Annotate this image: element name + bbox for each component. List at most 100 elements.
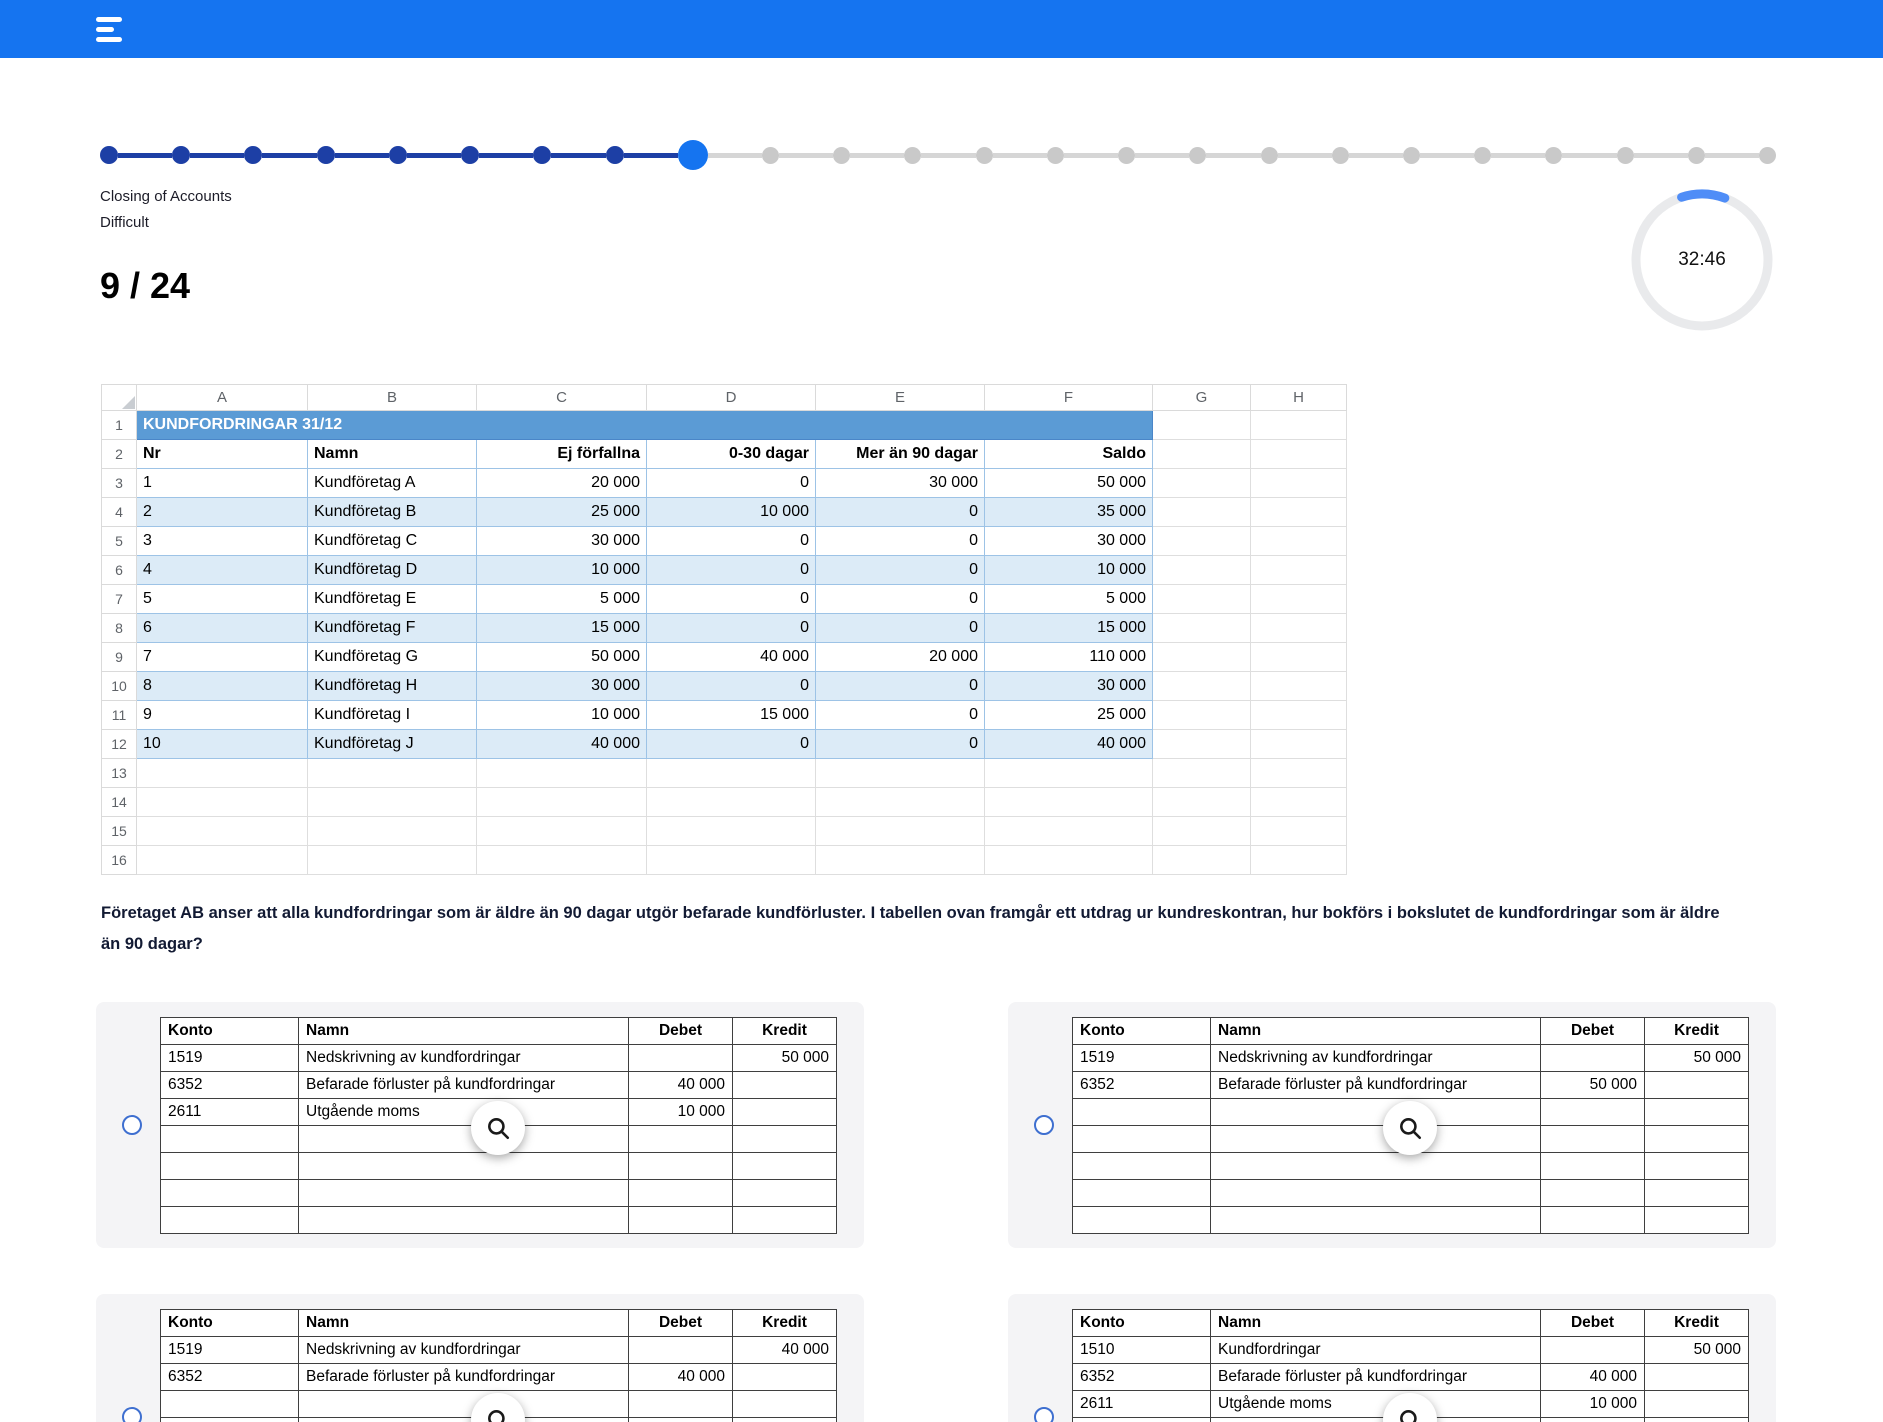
entry-cell [629, 1337, 733, 1364]
progress-dot-23 [1688, 147, 1705, 164]
sheet-cell-empty [1251, 469, 1347, 498]
sheet-title-cell: KUNDFORDRINGAR 31/12 [137, 411, 1153, 440]
option-radio-3[interactable] [122, 1407, 142, 1422]
sheet-cell-empty [816, 788, 985, 817]
entry-cell: Befarade förluster på kundfordringar [299, 1072, 629, 1099]
sheet-cell: 10 000 [477, 556, 647, 585]
entry-cell: Nedskrivning av kundfordringar [299, 1045, 629, 1072]
magnifier-icon [485, 1115, 511, 1141]
sheet-row-header-6: 6 [102, 556, 137, 585]
entry-cell [161, 1153, 299, 1180]
sheet-row-header-9: 9 [102, 643, 137, 672]
entry-header-debet: Debet [1541, 1018, 1645, 1045]
sheet-cell: 110 000 [985, 643, 1153, 672]
entry-cell [1645, 1364, 1749, 1391]
entry-cell [1645, 1099, 1749, 1126]
sheet-cell: 25 000 [985, 701, 1153, 730]
sheet-row-header-11: 11 [102, 701, 137, 730]
sheet-cell: 5 000 [985, 585, 1153, 614]
sheet-cell-empty [137, 817, 308, 846]
sheet-cell-empty [1153, 585, 1251, 614]
answer-option-2[interactable]: KontoNamnDebetKredit1519Nedskrivning av … [1008, 1002, 1776, 1248]
option-radio-4[interactable] [1034, 1407, 1054, 1422]
sheet-col-header-C: C [477, 385, 647, 411]
progress-dot-12 [904, 147, 921, 164]
entry-cell: Befarade förluster på kundfordringar [299, 1364, 629, 1391]
sheet-cell: 30 000 [816, 469, 985, 498]
answer-option-4[interactable]: KontoNamnDebetKredit1510Kundfordringar50… [1008, 1294, 1776, 1422]
sheet-cell-empty [1153, 788, 1251, 817]
sheet-cell: 0 [816, 498, 985, 527]
progress-connector [1634, 153, 1688, 158]
sheet-cell: 50 000 [477, 643, 647, 672]
entry-cell: 40 000 [733, 1337, 837, 1364]
sheet-col-header-H: H [1251, 385, 1347, 411]
sheet-cell-empty [1153, 614, 1251, 643]
sheet-row-header-12: 12 [102, 730, 137, 759]
sheet-cell-empty [1153, 672, 1251, 701]
sheet-cell-empty [647, 788, 816, 817]
entry-cell [1645, 1153, 1749, 1180]
progress-connector [190, 153, 244, 158]
sheet-cell-empty [1153, 556, 1251, 585]
sheet-header-cell: Nr [137, 440, 308, 469]
entry-cell [1645, 1180, 1749, 1207]
sheet-row-header-8: 8 [102, 614, 137, 643]
entry-cell [1541, 1418, 1645, 1422]
progress-connector [624, 153, 678, 158]
sheet-cell-empty [1251, 788, 1347, 817]
sheet-cell: 5 [137, 585, 308, 614]
progress-dot-9 [678, 140, 708, 170]
entry-cell [733, 1207, 837, 1234]
sheet-cell-empty [1251, 643, 1347, 672]
progress-connector [335, 153, 389, 158]
entry-header-konto: Konto [1073, 1018, 1211, 1045]
entry-cell [161, 1126, 299, 1153]
spreadsheet-table: ABCDEFGH1KUNDFORDRINGAR 31/122NrNamnEj f… [101, 384, 1347, 875]
sheet-col-header-B: B [308, 385, 477, 411]
sheet-cell-empty [1251, 701, 1347, 730]
magnifier-button-1[interactable] [471, 1101, 525, 1155]
entry-cell [1645, 1207, 1749, 1234]
magnifier-icon [1397, 1407, 1423, 1422]
sheet-cell-empty [1153, 817, 1251, 846]
sheet-cell-empty [1251, 672, 1347, 701]
sheet-cell: 15 000 [647, 701, 816, 730]
sheet-cell: 40 000 [985, 730, 1153, 759]
sheet-cell: Kundföretag E [308, 585, 477, 614]
sheet-cell-empty [308, 846, 477, 875]
sheet-col-header-A: A [137, 385, 308, 411]
answer-option-1[interactable]: KontoNamnDebetKredit1519Nedskrivning av … [96, 1002, 864, 1248]
entry-cell [1073, 1180, 1211, 1207]
magnifier-button-2[interactable] [1383, 1101, 1437, 1155]
sheet-cell: 40 000 [477, 730, 647, 759]
sheet-col-header-F: F [985, 385, 1153, 411]
entry-cell: Utgående moms [299, 1099, 629, 1126]
answer-option-3[interactable]: KontoNamnDebetKredit1519Nedskrivning av … [96, 1294, 864, 1422]
entry-cell: 40 000 [629, 1072, 733, 1099]
entry-cell: 50 000 [1645, 1337, 1749, 1364]
progress-connector [118, 153, 172, 158]
entry-header-debet: Debet [629, 1310, 733, 1337]
sheet-cell-empty [308, 817, 477, 846]
sheet-cell: Kundföretag I [308, 701, 477, 730]
sheet-row-header-4: 4 [102, 498, 137, 527]
progress-dot-7 [533, 146, 551, 164]
sheet-cell-empty [816, 817, 985, 846]
sheet-cell: 8 [137, 672, 308, 701]
sheet-cell: 4 [137, 556, 308, 585]
sheet-cell: 1 [137, 469, 308, 498]
option-radio-1[interactable] [122, 1115, 142, 1135]
option-radio-2[interactable] [1034, 1115, 1054, 1135]
entry-cell [733, 1126, 837, 1153]
entry-cell: Utgående moms [1211, 1391, 1541, 1418]
progress-dot-13 [976, 147, 993, 164]
entry-cell [1211, 1099, 1541, 1126]
entry-cell [629, 1153, 733, 1180]
sheet-header-cell: Mer än 90 dagar [816, 440, 985, 469]
entry-cell [299, 1418, 629, 1422]
progress-dot-17 [1261, 147, 1278, 164]
sheet-cell-empty [1251, 498, 1347, 527]
entry-cell [629, 1180, 733, 1207]
sheet-cell: 20 000 [816, 643, 985, 672]
